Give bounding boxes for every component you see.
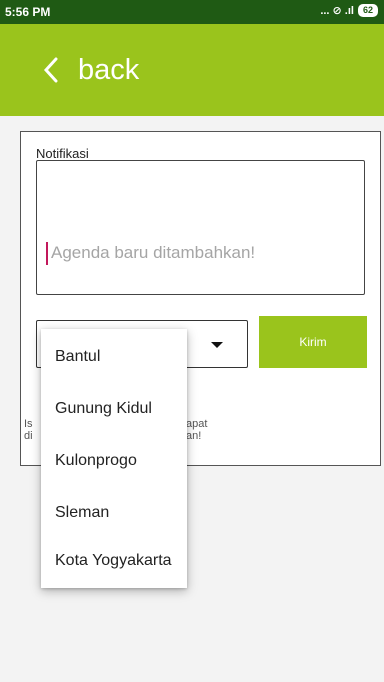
menu-item-gunung-kidul[interactable]: Gunung Kidul [41,383,187,435]
signal-icon: ... ⊘ .ıl [320,5,354,17]
app-bar: back [0,24,384,116]
hint-text-left: Is di [24,418,33,442]
chevron-left-icon-graphic [43,57,58,83]
status-time: 5:56 PM [5,5,51,19]
text-caret [46,242,48,265]
chevron-left-icon[interactable] [40,56,62,84]
hint-text-right: apat an! [186,418,208,442]
menu-item-kota-yogyakarta[interactable]: Kota Yogyakarta [41,535,187,587]
battery-icon: 62 [357,4,378,17]
message-input[interactable]: Agenda baru ditambahkan! [36,160,365,295]
region-dropdown-menu: Bantul Gunung Kidul Kulonprogo Sleman Ko… [41,329,187,588]
status-icons: ... ⊘ .ıl 62 [320,4,378,17]
message-placeholder: Agenda baru ditambahkan! [51,243,256,262]
status-bar: 5:56 PM ... ⊘ .ıl 62 [0,0,384,24]
menu-item-kulonprogo[interactable]: Kulonprogo [41,435,187,487]
menu-item-sleman[interactable]: Sleman [41,487,187,539]
menu-item-bantul[interactable]: Bantul [41,331,187,383]
back-button[interactable]: back [78,54,139,87]
page-title: Notifikasi [36,146,89,161]
send-button[interactable]: Kirim [259,316,367,368]
dropdown-arrow-icon [211,342,223,348]
